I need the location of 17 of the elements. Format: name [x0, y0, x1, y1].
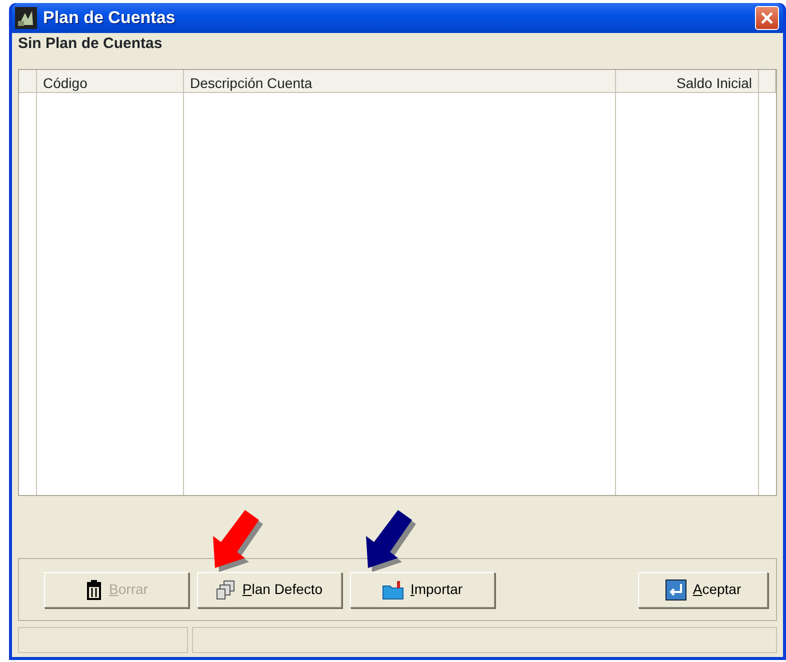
trash-icon	[85, 580, 104, 600]
window-title: Plan de Cuentas	[43, 7, 176, 30]
close-icon	[760, 11, 774, 25]
toolbar-button[interactable]: Importar	[350, 572, 495, 608]
copy-icon	[216, 580, 236, 600]
enter-icon	[664, 578, 687, 600]
toolbar-button[interactable]: Plan Defecto	[197, 572, 342, 608]
toolbar-button[interactable]: Aceptar	[638, 572, 768, 608]
folder-icon	[382, 580, 404, 600]
status-heading: Sin Plan de Cuentas	[17, 34, 164, 53]
column-header[interactable]: Código	[37, 70, 184, 93]
close-button[interactable]	[755, 6, 779, 30]
header-cell	[19, 70, 37, 93]
column-header[interactable]: Descripción Cuenta	[184, 70, 616, 93]
header-cell	[759, 70, 776, 93]
column-header[interactable]: Saldo Inicial	[616, 70, 759, 93]
app-icon	[15, 7, 37, 29]
